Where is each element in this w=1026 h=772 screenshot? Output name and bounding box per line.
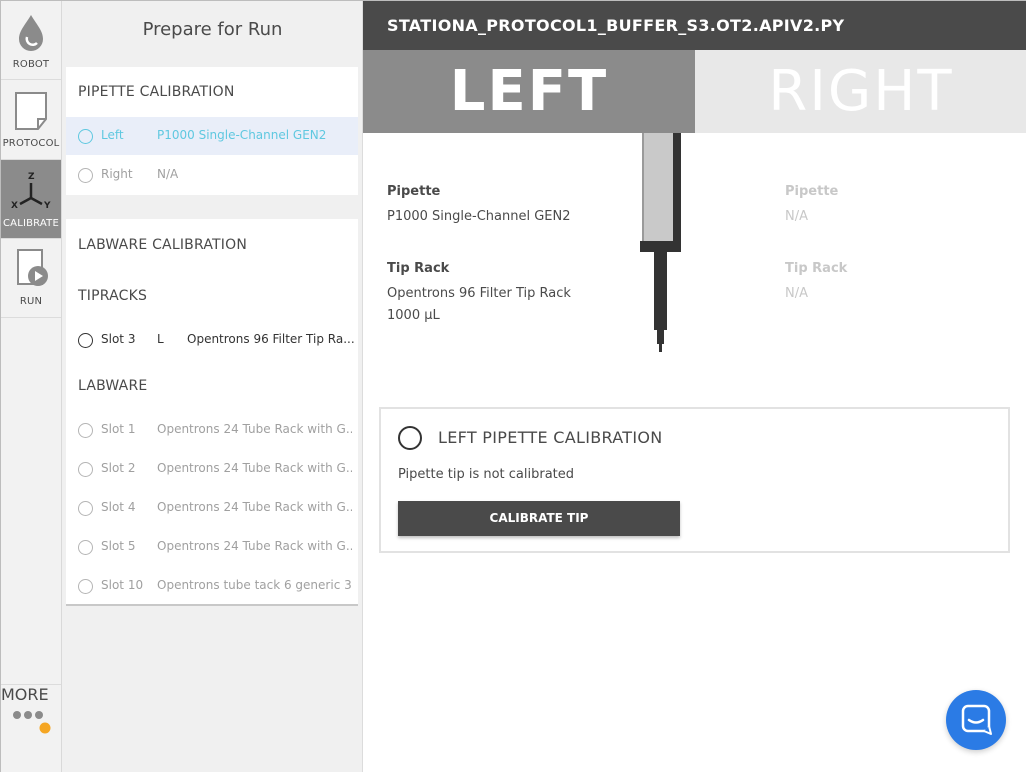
labware-name: Opentrons tube tack 6 generic 3... bbox=[157, 578, 352, 592]
tiprack-mount: L bbox=[157, 332, 164, 346]
tab-left-label: LEFT bbox=[449, 59, 609, 124]
tiprack-row[interactable]: Slot 3 L Opentrons 96 Filter Tip Ra... bbox=[66, 321, 358, 359]
labware-section-heading: LABWARE CALIBRATION bbox=[78, 237, 247, 253]
radio-icon bbox=[78, 540, 93, 555]
pipette-mount: Left bbox=[101, 128, 124, 142]
radio-icon bbox=[78, 129, 93, 144]
chat-bubble-icon bbox=[961, 704, 992, 735]
chat-support-button[interactable] bbox=[946, 690, 1006, 750]
left-pipette-label: Pipette bbox=[387, 184, 441, 199]
xyz-axes-icon: Z X Y bbox=[11, 172, 51, 211]
pipette-calibration-card: PIPETTE CALIBRATION Left P1000 Single-Ch… bbox=[66, 67, 358, 195]
pipette-calibration-box: LEFT PIPETTE CALIBRATION Pipette tip is … bbox=[379, 407, 1010, 553]
left-tiprack-value-line2: 1000 µL bbox=[387, 308, 440, 323]
nav-item-more[interactable]: MORE bbox=[1, 684, 61, 772]
labware-row[interactable]: Slot 1 Opentrons 24 Tube Rack with G... bbox=[66, 411, 358, 449]
radio-icon bbox=[78, 579, 93, 594]
radio-icon bbox=[78, 423, 93, 438]
right-tiprack-value: N/A bbox=[785, 286, 808, 301]
radio-icon bbox=[78, 333, 93, 348]
protocol-file-title: STATIONA_PROTOCOL1_BUFFER_S3.OT2.APIV2.P… bbox=[387, 16, 845, 35]
labware-name: Opentrons 24 Tube Rack with G... bbox=[157, 461, 352, 475]
right-tiprack-label: Tip Rack bbox=[785, 261, 848, 276]
labware-name: Opentrons 24 Tube Rack with G... bbox=[157, 422, 352, 436]
document-icon bbox=[15, 92, 47, 130]
svg-text:X: X bbox=[11, 201, 18, 211]
nav-label-run: RUN bbox=[19, 296, 43, 307]
pipette-row-left[interactable]: Left P1000 Single-Channel GEN2 bbox=[66, 117, 358, 155]
pipette-section-heading: PIPETTE CALIBRATION bbox=[78, 84, 235, 100]
tipracks-heading: TIPRACKS bbox=[78, 288, 148, 304]
pipette-name: P1000 Single-Channel GEN2 bbox=[157, 128, 327, 142]
calibration-title: LEFT PIPETTE CALIBRATION bbox=[438, 428, 663, 447]
radio-icon bbox=[78, 501, 93, 516]
pipette-row-right[interactable]: Right N/A bbox=[66, 156, 358, 194]
right-pipette-value: N/A bbox=[785, 209, 808, 224]
nav-label-robot: ROBOT bbox=[12, 59, 50, 70]
nav-label-protocol: PROTOCOL bbox=[2, 138, 60, 149]
radio-icon bbox=[78, 462, 93, 477]
labware-row[interactable]: Slot 2 Opentrons 24 Tube Rack with G... bbox=[66, 450, 358, 488]
left-tiprack-value-line1: Opentrons 96 Filter Tip Rack bbox=[387, 286, 571, 301]
tiprack-name: Opentrons 96 Filter Tip Ra... bbox=[187, 332, 355, 346]
main-content: STATIONA_PROTOCOL1_BUFFER_S3.OT2.APIV2.P… bbox=[363, 1, 1026, 772]
app-window: ROBOT PROTOCOL Z X Y CALIBRATE RUN MORE … bbox=[0, 0, 1026, 772]
radio-icon bbox=[78, 168, 93, 183]
nav-item-protocol[interactable]: PROTOCOL bbox=[1, 81, 61, 160]
nav-rail: ROBOT PROTOCOL Z X Y CALIBRATE RUN MORE bbox=[1, 1, 62, 772]
tab-right-label: RIGHT bbox=[768, 59, 954, 124]
labware-name: Opentrons 24 Tube Rack with G... bbox=[157, 500, 352, 514]
svg-text:Z: Z bbox=[28, 172, 35, 182]
labware-row[interactable]: Slot 10 Opentrons tube tack 6 generic 3.… bbox=[66, 567, 358, 605]
pipette-mount: Right bbox=[101, 167, 133, 181]
labware-slot: Slot 2 bbox=[101, 461, 136, 475]
left-tiprack-label: Tip Rack bbox=[387, 261, 450, 276]
nav-item-calibrate[interactable]: Z X Y CALIBRATE bbox=[1, 160, 61, 239]
more-dots-icon bbox=[13, 711, 51, 734]
left-pipette-value: P1000 Single-Channel GEN2 bbox=[387, 209, 571, 224]
play-document-icon bbox=[17, 249, 48, 286]
pipette-illustration-icon bbox=[640, 133, 681, 352]
labware-slot: Slot 4 bbox=[101, 500, 136, 514]
labware-slot: Slot 5 bbox=[101, 539, 136, 553]
tab-right-mount[interactable]: RIGHT bbox=[695, 50, 1026, 133]
nav-label-more: MORE bbox=[1, 685, 49, 704]
calibrate-tip-button[interactable]: CALIBRATE TIP bbox=[398, 501, 680, 536]
notification-dot-icon bbox=[39, 722, 51, 734]
panel-title: Prepare for Run bbox=[142, 19, 283, 40]
tab-left-mount[interactable]: LEFT bbox=[363, 50, 695, 133]
labware-slot: Slot 10 bbox=[101, 578, 144, 592]
right-pipette-label: Pipette bbox=[785, 184, 839, 199]
labware-slot: Slot 1 bbox=[101, 422, 136, 436]
protocol-titlebar: STATIONA_PROTOCOL1_BUFFER_S3.OT2.APIV2.P… bbox=[363, 1, 1026, 50]
labware-row[interactable]: Slot 5 Opentrons 24 Tube Rack with G... bbox=[66, 528, 358, 566]
labware-heading: LABWARE bbox=[78, 378, 148, 394]
labware-row[interactable]: Slot 4 Opentrons 24 Tube Rack with G... bbox=[66, 489, 358, 527]
robot-droplet-icon bbox=[19, 15, 43, 51]
svg-text:Y: Y bbox=[43, 201, 51, 211]
nav-item-run[interactable]: RUN bbox=[1, 239, 61, 318]
calibration-message: Pipette tip is not calibrated bbox=[398, 467, 575, 482]
calibration-status-radio-icon bbox=[398, 426, 422, 450]
labware-name: Opentrons 24 Tube Rack with G... bbox=[157, 539, 352, 553]
nav-item-robot[interactable]: ROBOT bbox=[1, 1, 61, 80]
tiprack-slot: Slot 3 bbox=[101, 332, 136, 346]
nav-label-calibrate: CALIBRATE bbox=[2, 218, 60, 229]
pipette-name: N/A bbox=[157, 167, 179, 181]
labware-calibration-card: LABWARE CALIBRATION TIPRACKS Slot 3 L Op… bbox=[66, 219, 358, 606]
prepare-panel: Prepare for Run PIPETTE CALIBRATION Left… bbox=[62, 1, 363, 772]
